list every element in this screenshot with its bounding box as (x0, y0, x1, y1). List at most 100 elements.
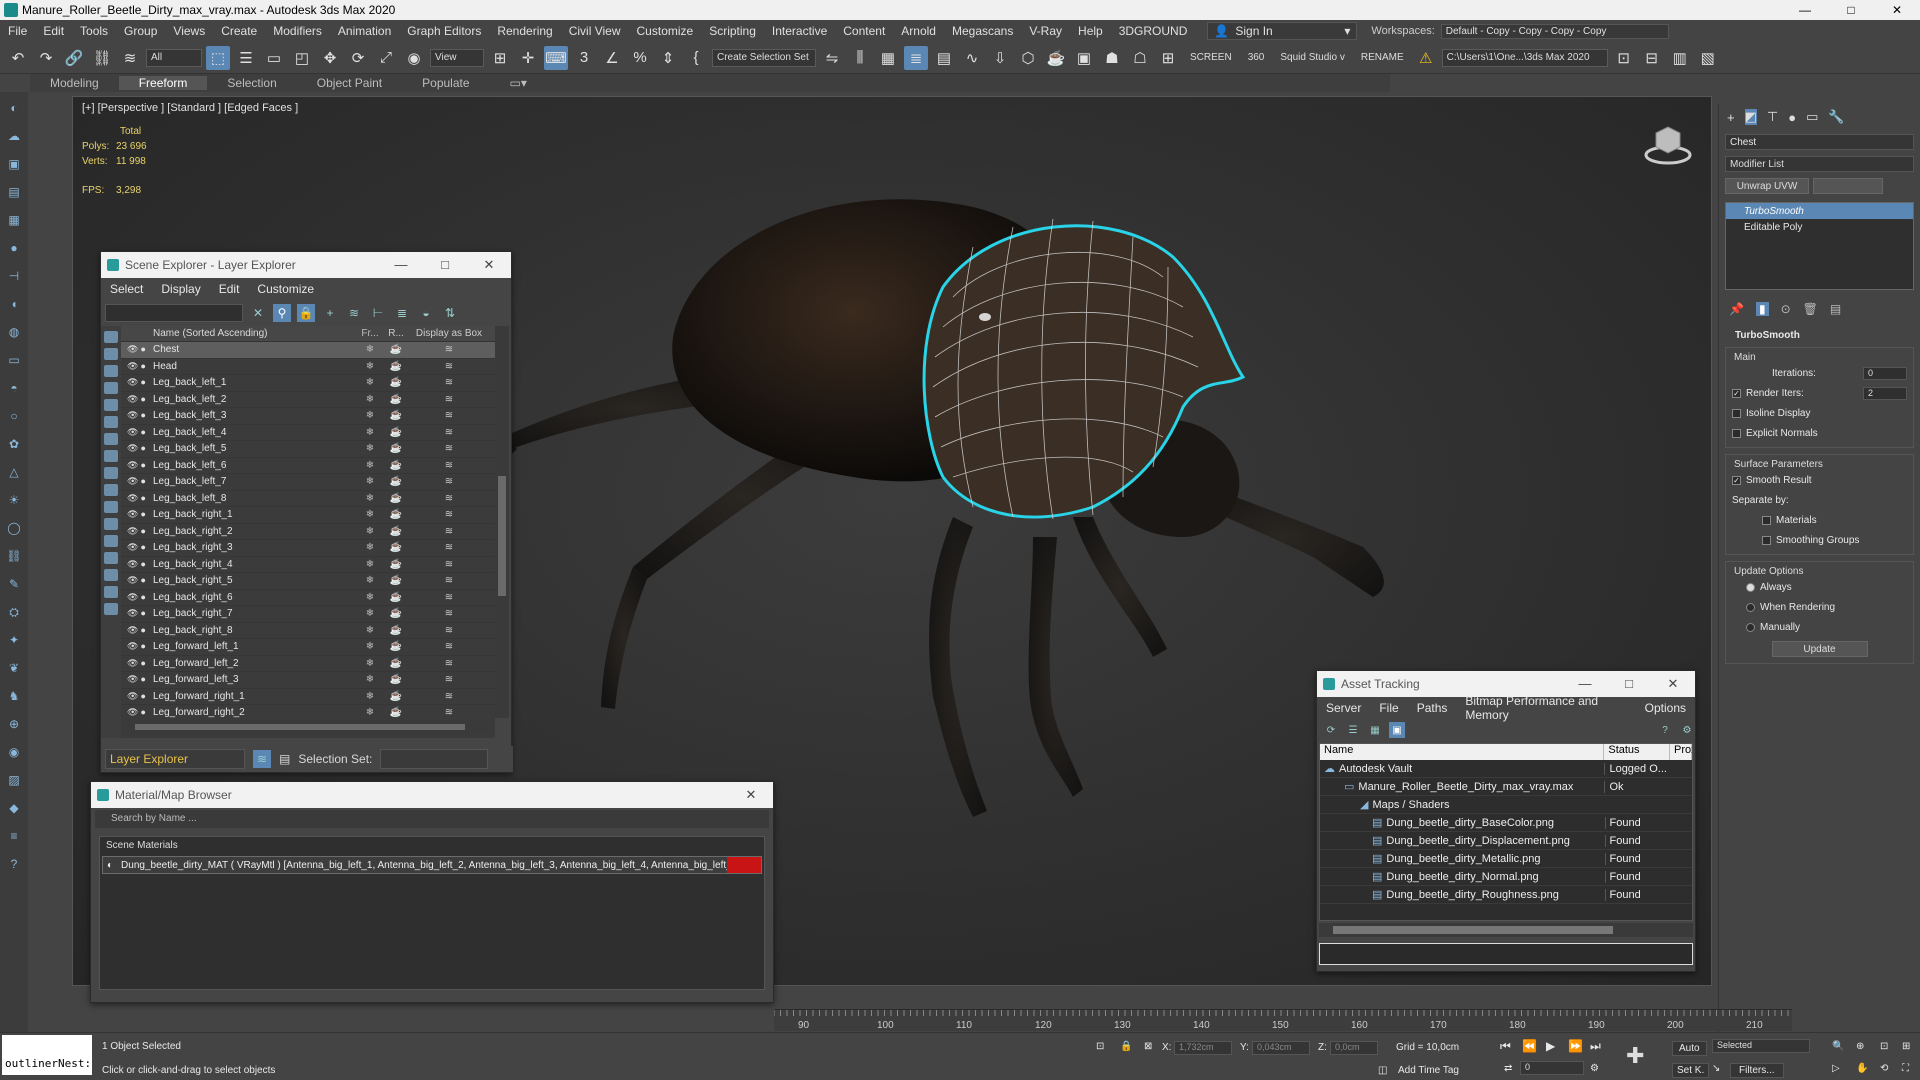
render-toggle-icon[interactable]: ☕ (383, 641, 409, 652)
pin-stack-icon[interactable]: 📌 (1729, 302, 1744, 316)
freeze-toggle-icon[interactable]: ❄ (357, 559, 383, 570)
eye-icon[interactable]: 👁 (127, 674, 138, 685)
material-row[interactable]: ◐ Dung_beetle_dirty_MAT ( VRayMtl ) [Ant… (102, 856, 762, 874)
stack-item-turbosmooth[interactable]: TurboSmooth (1726, 203, 1913, 219)
leaf-icon[interactable]: ❦ (4, 658, 24, 678)
freeze-toggle-icon[interactable]: ❄ (357, 460, 383, 471)
fern-icon[interactable]: ✿ (4, 434, 24, 454)
menu-3dground[interactable]: 3DGROUND (1111, 24, 1196, 38)
play-icon[interactable]: ▶ (1546, 1039, 1555, 1053)
spinner-snap-icon[interactable]: ⇕ (656, 46, 680, 70)
add-layer-icon[interactable]: + (321, 304, 339, 322)
tab-freeform[interactable]: Freeform (118, 76, 208, 90)
percent-snap-icon[interactable]: % (628, 46, 652, 70)
freeze-toggle-icon[interactable]: ❄ (357, 394, 383, 405)
layer-row[interactable]: 👁 ● Leg_back_right_3 ❄ ☕ ≋ (121, 540, 495, 557)
selection-filter-dropdown[interactable]: All (146, 48, 202, 67)
speaker-icon[interactable]: ◖ (4, 294, 24, 314)
layers-icon[interactable]: ≋ (345, 304, 363, 322)
light-icon[interactable]: ● (140, 658, 145, 669)
display-as-box-icon[interactable]: ≋ (409, 542, 489, 553)
light-icon[interactable]: ● (140, 542, 145, 553)
menu-modifiers[interactable]: Modifiers (265, 24, 330, 38)
redo-icon[interactable]: ↷ (34, 46, 58, 70)
freeze-toggle-icon[interactable]: ❄ (357, 344, 383, 355)
x-coordinate-field[interactable]: 1,732cm (1174, 1041, 1232, 1055)
filter-bones-icon[interactable] (104, 467, 118, 479)
timeline-track[interactable]: 9010011012013014015016017018019020021022… (774, 1009, 1792, 1031)
maxscript-listener[interactable]: outlinerNest: (2, 1035, 92, 1075)
ribbon-options-icon[interactable]: ▭▾ (490, 76, 547, 90)
eye-icon[interactable]: 👁 (127, 493, 138, 504)
menu-edit[interactable]: Edit (210, 282, 249, 296)
selection-set-dropdown[interactable] (380, 749, 489, 769)
layer-row[interactable]: 👁 ● Leg_back_left_7 ❄ ☕ ≋ (121, 474, 495, 491)
freeze-toggle-icon[interactable]: ❄ (357, 443, 383, 454)
layer-row[interactable]: 👁 ● Leg_back_left_5 ❄ ☕ ≋ (121, 441, 495, 458)
hierarchy-tab-icon[interactable]: ⊤ (1767, 109, 1778, 125)
layer-row[interactable]: 👁 ● Leg_back_right_1 ❄ ☕ ≋ (121, 507, 495, 524)
display-as-box-icon[interactable]: ≋ (409, 559, 489, 570)
render-toggle-icon[interactable]: ☕ (383, 476, 409, 487)
asset-row[interactable]: ☁ Autodesk Vault Logged O... (1320, 760, 1692, 778)
y-coordinate-field[interactable]: 0,043cm (1252, 1041, 1310, 1055)
workspace-dropdown[interactable]: Default - Copy - Copy - Copy - Copy (1440, 23, 1669, 39)
smoothing-groups-checkbox[interactable] (1762, 535, 1771, 545)
asset-row[interactable]: ▤ Dung_beetle_dirty_Normal.png Found (1320, 868, 1692, 886)
angle-snap-icon[interactable]: ∠ (600, 46, 624, 70)
freeze-toggle-icon[interactable]: ❄ (357, 427, 383, 438)
isoline-checkbox[interactable] (1732, 408, 1741, 418)
keyboard-shortcut-icon[interactable]: ⌨ (544, 45, 568, 70)
light-icon[interactable]: ● (140, 476, 145, 487)
filter-frozen-icon[interactable] (104, 501, 118, 513)
asset-row[interactable]: ▭ Manure_Roller_Beetle_Dirty_max_vray.max… (1320, 778, 1692, 796)
menu-graph-editors[interactable]: Graph Editors (399, 24, 489, 38)
layer-row[interactable]: 👁 ● Head ❄ ☕ ≋ (121, 359, 495, 375)
display-as-box-icon[interactable]: ≋ (409, 691, 489, 702)
clear-search-icon[interactable]: ✕ (249, 304, 267, 322)
menu-options[interactable]: Options (1636, 701, 1695, 715)
mirror-icon[interactable]: ⇋ (820, 46, 844, 70)
vray-icon[interactable]: ◆ (4, 798, 24, 818)
menu-megascans[interactable]: Megascans (944, 24, 1021, 38)
display-all-icon[interactable] (104, 535, 118, 547)
layer-row[interactable]: 👁 ● Chest ❄ ☕ ≋ (121, 342, 495, 359)
object-name-field[interactable]: Chest (1725, 134, 1914, 150)
plane-icon[interactable]: ▭ (4, 350, 24, 370)
freeze-toggle-icon[interactable]: ❄ (357, 410, 383, 421)
render-toggle-icon[interactable]: ☕ (383, 493, 409, 504)
layer-row[interactable]: 👁 ● Leg_back_right_6 ❄ ☕ ≋ (121, 590, 495, 606)
display-as-box-icon[interactable]: ≋ (409, 608, 489, 619)
lock-icon[interactable]: 🔒 (297, 304, 315, 322)
maximize-viewport-icon[interactable]: ⛶ (1902, 1063, 1909, 1074)
invert-display-icon[interactable] (104, 569, 118, 581)
schematic-view-icon[interactable]: ⇩ (988, 46, 1012, 70)
layer-row[interactable]: 👁 ● Leg_forward_left_3 ❄ ☕ ≋ (121, 672, 495, 689)
iterations-spinner[interactable]: 0 (1863, 366, 1907, 380)
menu-rendering[interactable]: Rendering (489, 24, 560, 38)
close-button[interactable]: ✕ (1651, 676, 1695, 692)
link-icon[interactable]: 🔗 (62, 46, 86, 70)
display-as-box-icon[interactable]: ≋ (409, 443, 489, 454)
render-toggle-icon[interactable]: ☕ (383, 625, 409, 636)
settings-icon[interactable]: ⚙ (1679, 722, 1695, 738)
eye-icon[interactable]: 👁 (127, 344, 138, 355)
menu-server[interactable]: Server (1317, 701, 1370, 715)
configure-sets-icon[interactable]: ▤ (1830, 302, 1841, 316)
explicit-normals-checkbox[interactable] (1732, 428, 1741, 438)
value-360-button[interactable]: 360 (1242, 52, 1271, 63)
render-toggle-icon[interactable]: ☕ (383, 592, 409, 603)
display-as-box-icon[interactable]: ≋ (409, 410, 489, 421)
key-mode-icon[interactable]: ⇄ (1504, 1063, 1512, 1074)
layer-row[interactable]: 👁 ● Leg_back_left_1 ❄ ☕ ≋ (121, 375, 495, 392)
light-icon[interactable]: ● (140, 361, 145, 372)
light-icon[interactable]: ● (140, 691, 145, 702)
light-icon[interactable]: ● (140, 625, 145, 636)
filter-containers-icon[interactable] (104, 484, 118, 496)
rollout-title[interactable]: TurboSmooth (1723, 330, 1916, 341)
path-field[interactable] (1319, 943, 1693, 965)
unwrap-uvw-button[interactable]: Unwrap UVW (1725, 178, 1809, 194)
curve-editor-icon[interactable]: ∿ (960, 46, 984, 70)
eye-icon[interactable]: 👁 (127, 476, 138, 487)
render-production-icon[interactable]: ☗ (1100, 46, 1124, 70)
